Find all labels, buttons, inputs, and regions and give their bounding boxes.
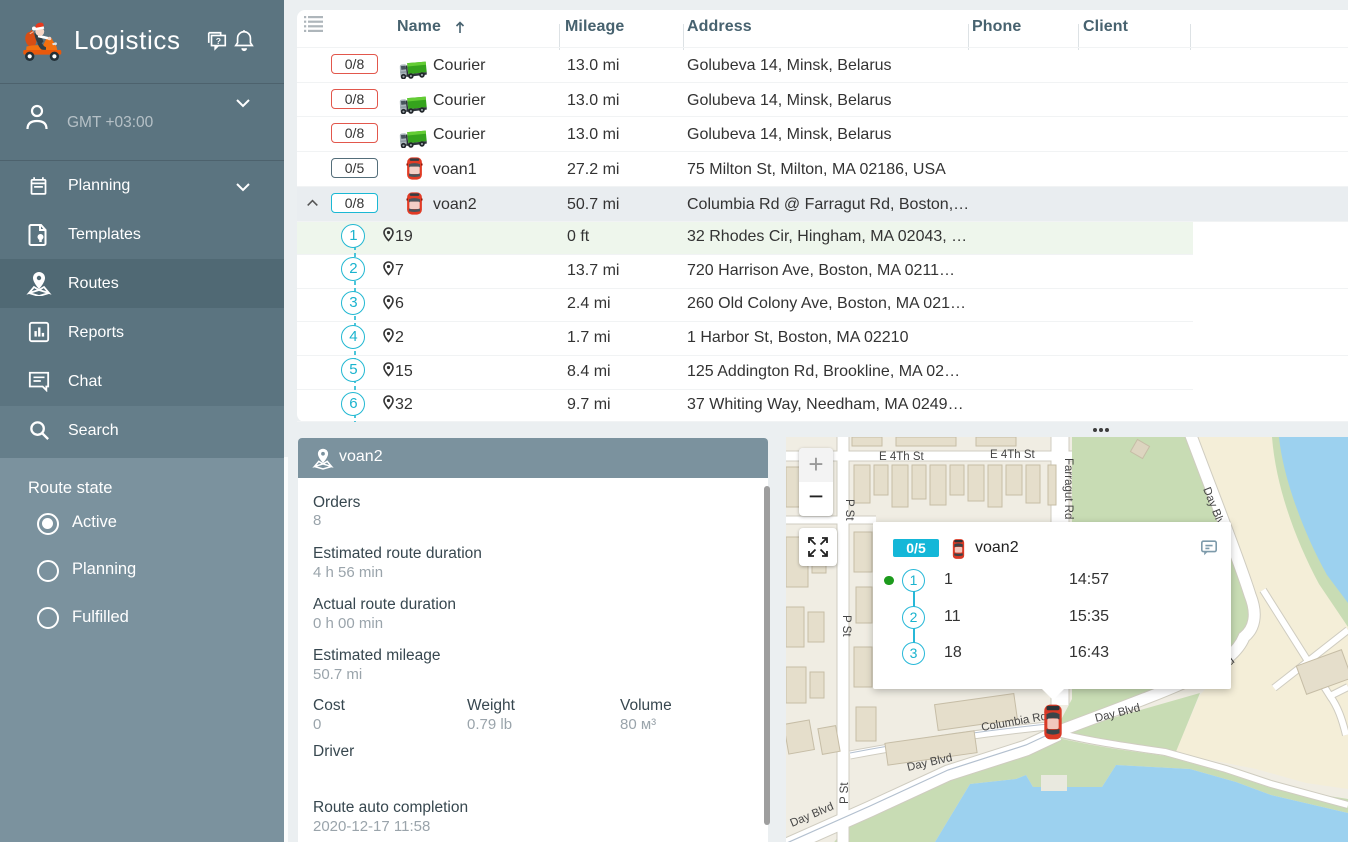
svg-text:?: ? [216,36,221,46]
svg-text:P St: P St [839,782,851,804]
svg-text:Farragut Rd: Farragut Rd [1062,458,1074,519]
svg-text:P St: P St [843,499,855,521]
svg-text:P St: P St [840,615,852,637]
svg-text:E 4Th St: E 4Th St [990,449,1036,461]
svg-text:E 4Th St: E 4Th St [879,451,925,463]
